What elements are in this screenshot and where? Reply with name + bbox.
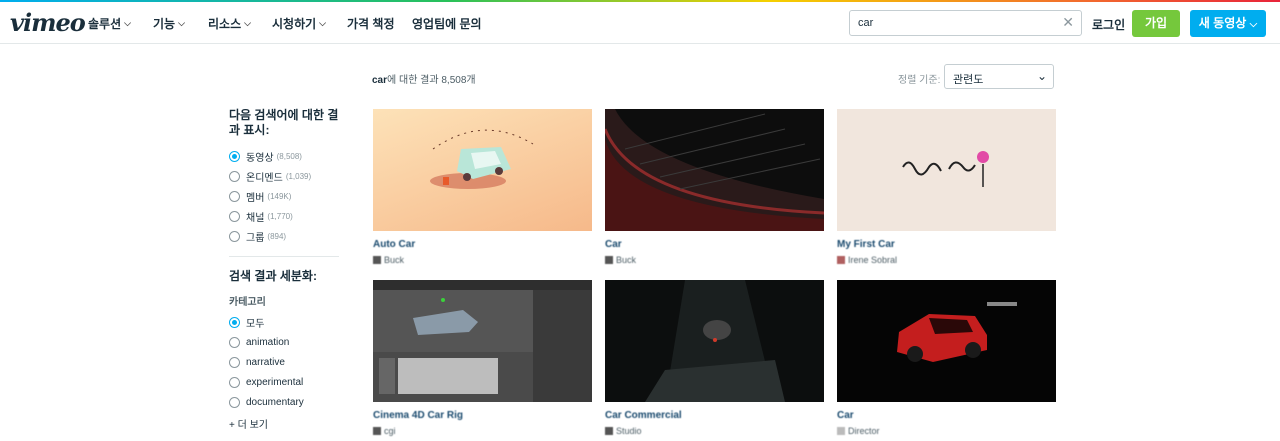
category-heading: 카테고리 bbox=[229, 297, 266, 308]
chevron-down-icon: ⌵ bbox=[244, 17, 251, 28]
video-thumbnail[interactable] bbox=[605, 280, 824, 402]
chevron-down-icon: ⌵ bbox=[1249, 19, 1258, 30]
chevron-down-icon: ⌵ bbox=[319, 17, 326, 28]
filter-option-members[interactable]: 멤버 (149K) bbox=[229, 186, 341, 206]
clear-search-icon[interactable]: ✕ bbox=[1062, 14, 1074, 31]
filter-sidebar: 다음 검색어에 대한 결과 표시: 동영상 (8,508) 온디멘드 (1,039)… bbox=[229, 108, 341, 431]
thumbnail-art bbox=[605, 109, 824, 231]
video-author[interactable]: Buck bbox=[373, 255, 592, 265]
video-author[interactable]: Buck bbox=[605, 255, 824, 265]
filter-option-videos[interactable]: 동영상 (8,508) bbox=[229, 146, 341, 166]
radio-icon[interactable] bbox=[229, 150, 240, 162]
radio-icon[interactable] bbox=[229, 190, 240, 202]
thumbnail-art bbox=[373, 280, 592, 402]
nav-item-features[interactable]: 기능 ⌵ bbox=[153, 2, 185, 44]
avatar bbox=[605, 427, 613, 435]
video-thumbnail[interactable] bbox=[837, 280, 1056, 402]
filter-option-groups[interactable]: 그룹 (894) bbox=[229, 226, 341, 246]
login-link[interactable]: 로그인 bbox=[1092, 16, 1125, 33]
query-text: car bbox=[372, 75, 388, 86]
nav-item-watch[interactable]: 시청하기 ⌵ bbox=[272, 2, 326, 44]
radio-icon[interactable] bbox=[229, 396, 240, 408]
thumbnail-art bbox=[902, 151, 989, 187]
chevron-down-icon: ⌵ bbox=[178, 17, 185, 28]
video-title[interactable]: My First Car bbox=[837, 239, 1056, 250]
radio-icon[interactable] bbox=[229, 316, 240, 328]
sidebar-divider bbox=[229, 256, 339, 257]
join-button[interactable]: 가입 bbox=[1132, 10, 1180, 37]
video-title[interactable]: Car Commercial bbox=[605, 410, 824, 421]
video-card[interactable]: My First Car Irene Sobral bbox=[837, 109, 1056, 265]
thumbnail-art bbox=[430, 129, 534, 189]
sort-label: 정렬 기준: bbox=[898, 75, 941, 86]
video-author[interactable]: Director bbox=[837, 426, 1056, 436]
refine-title: 검색 결과 세분화: bbox=[229, 269, 317, 283]
new-video-button[interactable]: 새 동영상 ⌵ bbox=[1190, 10, 1266, 37]
result-type-title: 다음 검색어에 대한 결과 표시: bbox=[229, 108, 339, 137]
chevron-down-icon: ⌵ bbox=[124, 17, 131, 28]
video-title[interactable]: Car bbox=[605, 239, 824, 250]
filter-option-ondemand[interactable]: 온디멘드 (1,039) bbox=[229, 166, 341, 186]
avatar bbox=[837, 427, 845, 435]
video-thumbnail[interactable] bbox=[605, 109, 824, 231]
thumbnail-art bbox=[645, 280, 785, 402]
radio-icon[interactable] bbox=[229, 376, 240, 388]
radio-icon[interactable] bbox=[229, 230, 240, 242]
radio-icon[interactable] bbox=[229, 356, 240, 368]
radio-icon[interactable] bbox=[229, 336, 240, 348]
category-option-all[interactable]: 모두 bbox=[229, 312, 341, 332]
search-input[interactable] bbox=[850, 11, 1050, 35]
category-option-documentary[interactable]: documentary bbox=[229, 392, 341, 412]
vimeo-logo[interactable]: vimeo bbox=[10, 8, 86, 37]
nav-item-resources[interactable]: 리소스 ⌵ bbox=[208, 2, 251, 44]
nav-item-solutions[interactable]: 솔루션 ⌵ bbox=[88, 2, 131, 44]
avatar bbox=[837, 256, 845, 264]
video-card[interactable]: Car Director bbox=[837, 280, 1056, 436]
video-thumbnail[interactable] bbox=[837, 109, 1056, 231]
category-option-animation[interactable]: animation bbox=[229, 332, 341, 352]
chevron-down-icon: ⌄ bbox=[1036, 69, 1047, 83]
avatar bbox=[373, 256, 381, 264]
video-card[interactable]: Car Commercial Studio bbox=[605, 280, 824, 436]
video-card[interactable]: Car Buck bbox=[605, 109, 824, 265]
sort-select[interactable]: 관련도 ⌄ bbox=[944, 64, 1054, 89]
video-thumbnail[interactable] bbox=[373, 109, 592, 231]
avatar bbox=[605, 256, 613, 264]
top-navigation: vimeo 솔루션 ⌵ 기능 ⌵ 리소스 ⌵ 시청하기 ⌵ 가격 책정 영업팀에 문의 … bbox=[0, 2, 1280, 44]
show-more-link[interactable]: + 더 보기 bbox=[229, 416, 341, 431]
result-count: car에 대한 결과 8,508개 bbox=[372, 75, 476, 86]
video-author[interactable]: cgi bbox=[373, 426, 592, 436]
radio-icon[interactable] bbox=[229, 210, 240, 222]
category-option-experimental[interactable]: experimental bbox=[229, 372, 341, 392]
video-card[interactable]: Cinema 4D Car Rig cgi bbox=[373, 280, 592, 436]
video-author[interactable]: Irene Sobral bbox=[837, 255, 1056, 265]
video-title[interactable]: Car bbox=[837, 410, 1056, 421]
video-thumbnail[interactable] bbox=[373, 280, 592, 402]
nav-item-pricing[interactable]: 가격 책정 bbox=[347, 2, 395, 44]
nav-item-contact-sales[interactable]: 영업팀에 문의 bbox=[412, 2, 482, 44]
video-title[interactable]: Cinema 4D Car Rig bbox=[373, 410, 592, 421]
filter-option-channels[interactable]: 채널 (1,770) bbox=[229, 206, 341, 226]
category-option-narrative[interactable]: narrative bbox=[229, 352, 341, 372]
video-card[interactable]: Auto Car Buck bbox=[373, 109, 592, 265]
radio-icon[interactable] bbox=[229, 170, 240, 182]
thumbnail-art bbox=[897, 302, 1017, 362]
search-box: ✕ bbox=[849, 10, 1082, 36]
video-title[interactable]: Auto Car bbox=[373, 239, 592, 250]
video-author[interactable]: Studio bbox=[605, 426, 824, 436]
avatar bbox=[373, 427, 381, 435]
